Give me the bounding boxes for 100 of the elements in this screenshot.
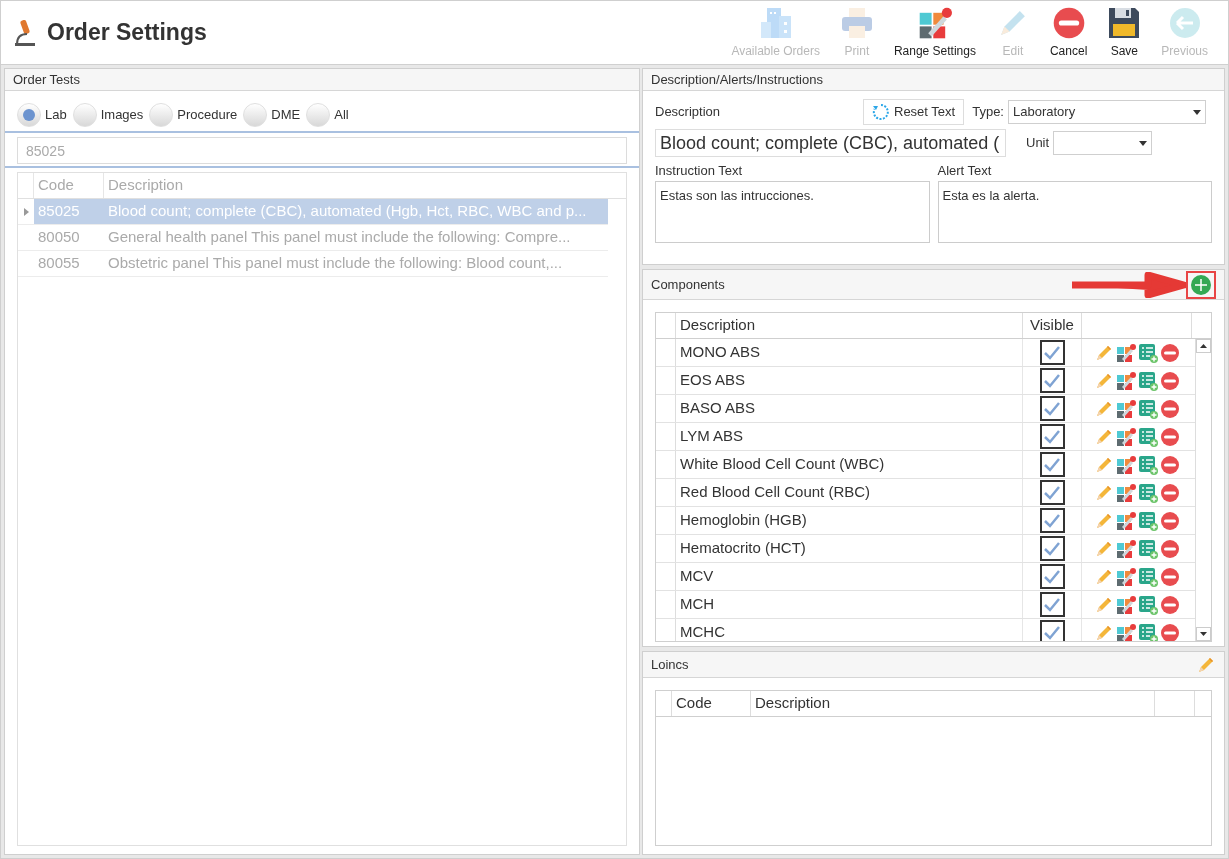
radio-option[interactable]: Procedure <box>149 103 238 127</box>
palette-dropper-icon[interactable] <box>1116 454 1136 475</box>
row-pointer-icon <box>23 207 29 216</box>
checkmark-icon <box>1043 400 1061 417</box>
alert-text-area[interactable]: Esta es la alerta. <box>937 180 1212 243</box>
checkmark-icon <box>1043 428 1061 445</box>
caret-icon <box>1139 140 1148 146</box>
checkmark-icon <box>1043 596 1061 613</box>
scroll-down-icon[interactable] <box>1200 632 1207 636</box>
remove-icon[interactable] <box>1160 538 1180 559</box>
remove-icon[interactable] <box>1160 398 1180 419</box>
buildings-icon <box>758 6 793 40</box>
checklist-add-icon[interactable] <box>1138 426 1158 447</box>
column-header: Visible <box>1023 313 1082 338</box>
checklist-add-icon[interactable] <box>1138 594 1158 615</box>
field-label: Unit <box>1026 134 1050 153</box>
table-cell: MCV <box>676 563 1023 590</box>
checklist-add-icon[interactable] <box>1138 454 1158 475</box>
remove-icon[interactable] <box>1160 454 1180 475</box>
visible-checkbox[interactable] <box>1039 480 1065 505</box>
visible-checkbox[interactable] <box>1039 452 1065 477</box>
remove-icon[interactable] <box>1160 566 1180 587</box>
visible-checkbox[interactable] <box>1039 592 1065 617</box>
column-header: Description <box>751 691 1155 716</box>
cancel-icon <box>1051 6 1086 40</box>
visible-checkbox[interactable] <box>1039 620 1065 641</box>
palette-dropper-icon <box>917 6 952 40</box>
table-cell: White Blood Cell Count (WBC) <box>676 451 1023 478</box>
visible-checkbox[interactable] <box>1039 508 1065 533</box>
toolbar-button[interactable]: Range Settings <box>885 6 984 64</box>
visible-checkbox[interactable] <box>1039 340 1065 365</box>
window-title: Order Settings <box>47 18 207 48</box>
checklist-add-icon[interactable] <box>1138 370 1158 391</box>
scrollbar[interactable] <box>1195 339 1211 641</box>
table-cell-text: 80055 <box>37 253 81 274</box>
palette-dropper-icon[interactable] <box>1116 426 1136 447</box>
remove-icon[interactable] <box>1160 426 1180 447</box>
checklist-add-icon[interactable] <box>1138 398 1158 419</box>
table-cell: Hematocrito (HCT) <box>676 535 1023 562</box>
radio-option[interactable]: Lab <box>17 103 67 127</box>
field-label: Description <box>655 103 722 122</box>
caret-icon <box>1193 109 1201 115</box>
palette-dropper-icon[interactable] <box>1116 342 1136 363</box>
radio-option[interactable]: Images <box>72 103 144 127</box>
palette-dropper-icon[interactable] <box>1116 482 1136 503</box>
table-cell: BASO ABS <box>676 395 1023 422</box>
remove-icon[interactable] <box>1160 482 1180 503</box>
toolbar-button[interactable]: Cancel <box>1041 6 1096 64</box>
visible-checkbox[interactable] <box>1039 368 1065 393</box>
radio-option[interactable]: All <box>306 103 349 127</box>
radio-option[interactable]: DME <box>243 103 301 127</box>
toolbar-button[interactable]: Save <box>1099 6 1150 64</box>
description-field[interactable]: Blood count; complete (CBC), automated ( <box>655 129 1006 157</box>
remove-icon[interactable] <box>1160 622 1180 641</box>
column-header: Description <box>676 313 1023 338</box>
table-cell: LYM ABS <box>676 423 1023 450</box>
panel-title: Components <box>651 275 725 294</box>
checkmark-icon <box>1043 344 1061 361</box>
instruction-text-area[interactable]: Estas son las intrucciones. <box>655 180 930 243</box>
palette-dropper-icon[interactable] <box>1116 370 1136 391</box>
type-dropdown[interactable]: Laboratory <box>1008 100 1206 124</box>
panel-header: Description/Alerts/Instructions <box>643 69 1224 91</box>
reset-icon <box>872 103 890 121</box>
remove-icon[interactable] <box>1160 342 1180 363</box>
checklist-add-icon[interactable] <box>1138 566 1158 587</box>
column-header: Code <box>34 173 104 198</box>
palette-dropper-icon[interactable] <box>1116 622 1136 641</box>
palette-dropper-icon[interactable] <box>1116 538 1136 559</box>
reset-text-button[interactable]: Reset Text <box>863 99 965 125</box>
panel-header: Order Tests <box>5 69 639 91</box>
remove-icon[interactable] <box>1160 370 1180 391</box>
remove-icon[interactable] <box>1160 510 1180 531</box>
checkmark-icon <box>1043 456 1061 473</box>
add-button[interactable] <box>1186 270 1216 299</box>
palette-dropper-icon[interactable] <box>1116 594 1136 615</box>
checklist-add-icon[interactable] <box>1138 342 1158 363</box>
panel-title: Loincs <box>651 655 689 674</box>
checklist-add-icon[interactable] <box>1138 510 1158 531</box>
visible-checkbox[interactable] <box>1039 536 1065 561</box>
remove-icon[interactable] <box>1160 594 1180 615</box>
checkmark-icon <box>1043 372 1061 389</box>
table-cell-text: 80050 <box>37 227 81 248</box>
table-cell: MCHC <box>676 619 1023 641</box>
printer-icon <box>839 6 874 40</box>
checklist-add-icon[interactable] <box>1138 538 1158 559</box>
field-label: Instruction Text <box>655 162 744 180</box>
table-cell-text: Blood count; complete (CBC), automated (Hgb, Hct, RBC, WBC and p... <box>107 201 588 222</box>
checklist-add-icon[interactable] <box>1138 482 1158 503</box>
palette-dropper-icon[interactable] <box>1116 566 1136 587</box>
palette-dropper-icon[interactable] <box>1116 398 1136 419</box>
checklist-add-icon[interactable] <box>1138 622 1158 641</box>
table-cell: Red Blood Cell Count (RBC) <box>676 479 1023 506</box>
column-header: Code <box>672 691 751 716</box>
checkmark-icon <box>1043 484 1061 501</box>
visible-checkbox[interactable] <box>1039 564 1065 589</box>
scroll-up-icon[interactable] <box>1200 344 1207 348</box>
checkmark-icon <box>1043 624 1061 641</box>
palette-dropper-icon[interactable] <box>1116 510 1136 531</box>
visible-checkbox[interactable] <box>1039 396 1065 421</box>
visible-checkbox[interactable] <box>1039 424 1065 449</box>
